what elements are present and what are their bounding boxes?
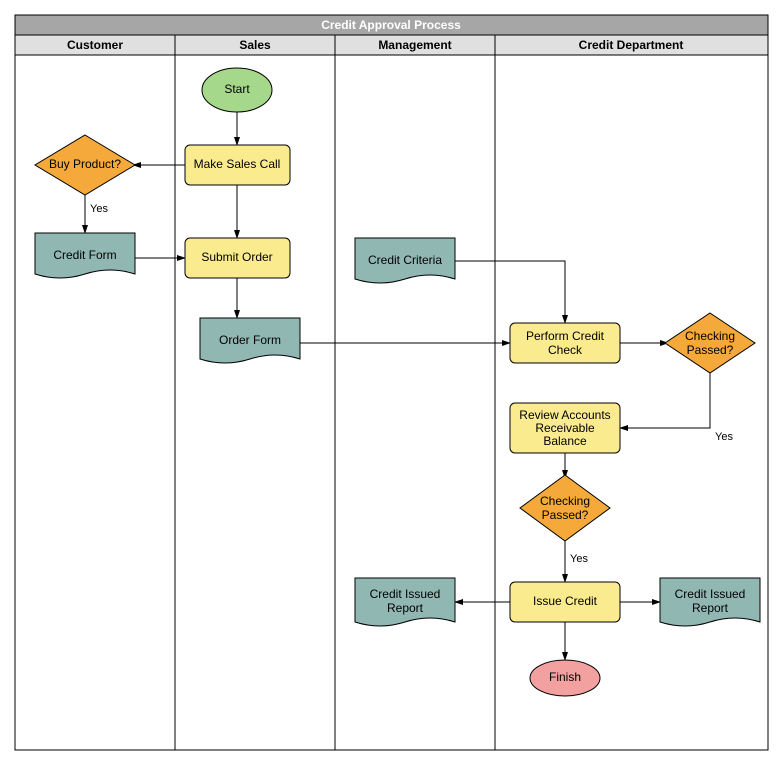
perform-credit-check-l2: Check	[548, 343, 583, 357]
cir-right-l2: Report	[692, 601, 729, 615]
edge-label: Yes	[715, 431, 733, 443]
checking-passed-2-l1: Checking	[540, 494, 590, 508]
review-ar-l3: Balance	[543, 434, 587, 448]
credit-form-label: Credit Form	[53, 248, 116, 262]
checking-passed-2-l2: Passed?	[542, 508, 589, 522]
submit-order-label: Submit Order	[201, 250, 272, 264]
flowchart-canvas: Credit Approval Process Customer Sales M…	[10, 10, 773, 753]
credit-criteria-label: Credit Criteria	[368, 253, 442, 267]
review-ar-l2: Receivable	[535, 421, 595, 435]
lane-body-management	[335, 55, 495, 750]
review-ar-l1: Review Accounts	[519, 408, 610, 422]
issue-credit-label: Issue Credit	[533, 594, 598, 608]
checking-passed-1-l2: Passed?	[687, 343, 734, 357]
lane-label: Management	[378, 38, 451, 52]
cir-left-l2: Report	[387, 601, 424, 615]
cir-left-l1: Credit Issued	[370, 587, 441, 601]
cir-right-l1: Credit Issued	[675, 587, 746, 601]
perform-credit-check-l1: Perform Credit	[526, 329, 605, 343]
diagram-title: Credit Approval Process	[321, 18, 461, 32]
start-label: Start	[224, 82, 250, 96]
lane-label: Credit Department	[579, 38, 684, 52]
edge-label: Yes	[570, 553, 588, 565]
checking-passed-1-l1: Checking	[685, 329, 735, 343]
lane-label: Sales	[239, 38, 271, 52]
finish-label: Finish	[549, 670, 581, 684]
make-sales-call-label: Make Sales Call	[194, 157, 281, 171]
buy-product-label: Buy Product?	[49, 157, 121, 171]
order-form-label: Order Form	[219, 333, 281, 347]
edge-label: Yes	[90, 203, 108, 215]
lane-label: Customer	[67, 38, 123, 52]
